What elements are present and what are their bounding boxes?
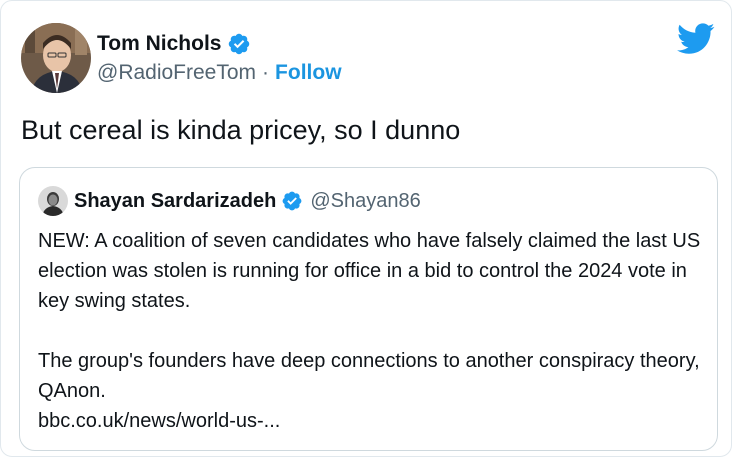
quoted-tweet[interactable]: Shayan Sardarizadeh @Shayan86 NEW: A coa… (19, 167, 718, 451)
verified-badge-icon (282, 191, 302, 211)
quoted-author-name[interactable]: Shayan Sardarizadeh (74, 190, 276, 213)
tweet-text: But cereal is kinda pricey, so I dunno (21, 115, 461, 145)
author-name-row: Tom Nichols (97, 29, 251, 59)
author-name[interactable]: Tom Nichols (97, 32, 221, 56)
quoted-tweet-body: NEW: A coalition of seven candidates who… (38, 226, 708, 436)
separator-dot: · (262, 61, 270, 84)
quoted-link[interactable]: bbc.co.uk/news/world-us-... (38, 406, 708, 436)
author-avatar[interactable] (21, 23, 91, 93)
quoted-author-avatar[interactable] (38, 186, 68, 216)
author-handle[interactable]: @RadioFreeTom (97, 61, 256, 85)
quoted-paragraph-1: NEW: A coalition of seven candidates who… (38, 230, 701, 312)
quoted-paragraph-2: The group's founders have deep connectio… (38, 350, 700, 402)
quoted-header: Shayan Sardarizadeh @Shayan86 (74, 187, 421, 215)
quoted-author-handle[interactable]: @Shayan86 (310, 190, 420, 213)
verified-badge-icon (229, 33, 250, 55)
follow-button[interactable]: Follow (275, 61, 342, 85)
embedded-tweet-card: Tom Nichols @RadioFreeTom · Follow But c… (0, 0, 732, 457)
twitter-bird-icon[interactable] (677, 23, 715, 55)
author-handle-row: @RadioFreeTom · Follow (97, 61, 342, 85)
